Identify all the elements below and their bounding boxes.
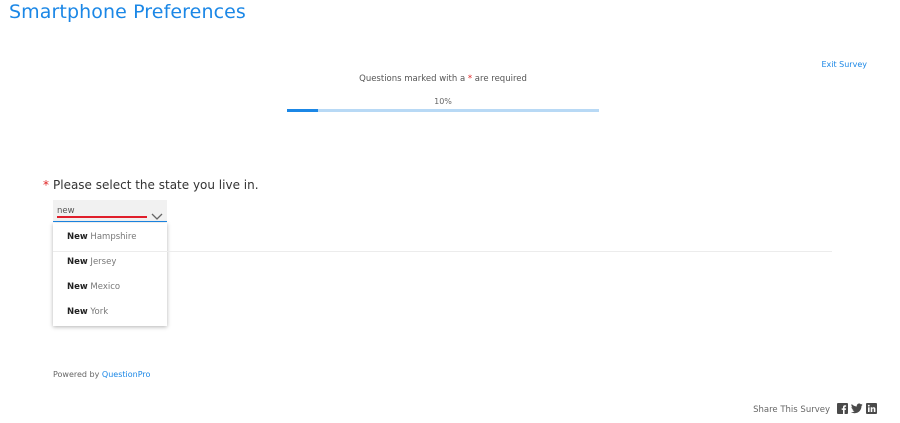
- spellcheck-underline: [57, 216, 147, 218]
- share-area: Share This Survey: [753, 403, 877, 417]
- facebook-icon[interactable]: [837, 403, 848, 417]
- twitter-icon[interactable]: [850, 403, 863, 417]
- option-rest-text: Jersey: [87, 257, 117, 267]
- state-combobox[interactable]: [53, 200, 167, 222]
- option-match-text: New: [67, 307, 88, 317]
- dropdown-option-new-hampshire[interactable]: New Hampshire: [53, 225, 167, 250]
- share-label: Share This Survey: [753, 405, 830, 415]
- required-note-prefix: Questions marked with a: [359, 74, 468, 84]
- question-required-star: *: [43, 178, 49, 192]
- powered-by: Powered by QuestionPro: [53, 370, 150, 379]
- option-rest-text: York: [87, 307, 109, 317]
- state-dropdown-list: New Hampshire New Jersey New Mexico New …: [53, 223, 167, 326]
- option-rest-text: Hampshire: [87, 232, 137, 242]
- option-match-text: New: [67, 232, 88, 242]
- exit-survey-link[interactable]: Exit Survey: [821, 60, 867, 69]
- option-rest-text: Mexico: [87, 282, 121, 292]
- question-divider: [53, 251, 832, 252]
- dropdown-option-new-jersey[interactable]: New Jersey: [53, 250, 167, 275]
- question-label: Please select the state you live in.: [53, 178, 259, 192]
- survey-title: Smartphone Preferences: [9, 1, 246, 23]
- question-text: * Please select the state you live in.: [43, 178, 259, 192]
- option-match-text: New: [67, 257, 88, 267]
- progress-label: 10%: [434, 97, 452, 106]
- progress-bar: [287, 109, 599, 112]
- dropdown-option-new-mexico[interactable]: New Mexico: [53, 275, 167, 300]
- progress-bar-fill: [287, 109, 319, 112]
- questionpro-link[interactable]: QuestionPro: [102, 370, 150, 379]
- required-note: Questions marked with a * are required: [0, 74, 886, 84]
- dropdown-option-new-york[interactable]: New York: [53, 300, 167, 325]
- linkedin-icon[interactable]: [866, 403, 877, 417]
- required-note-suffix: are required: [472, 74, 527, 84]
- chevron-down-icon[interactable]: [151, 206, 163, 220]
- option-match-text: New: [67, 282, 88, 292]
- powered-by-prefix: Powered by: [53, 370, 102, 379]
